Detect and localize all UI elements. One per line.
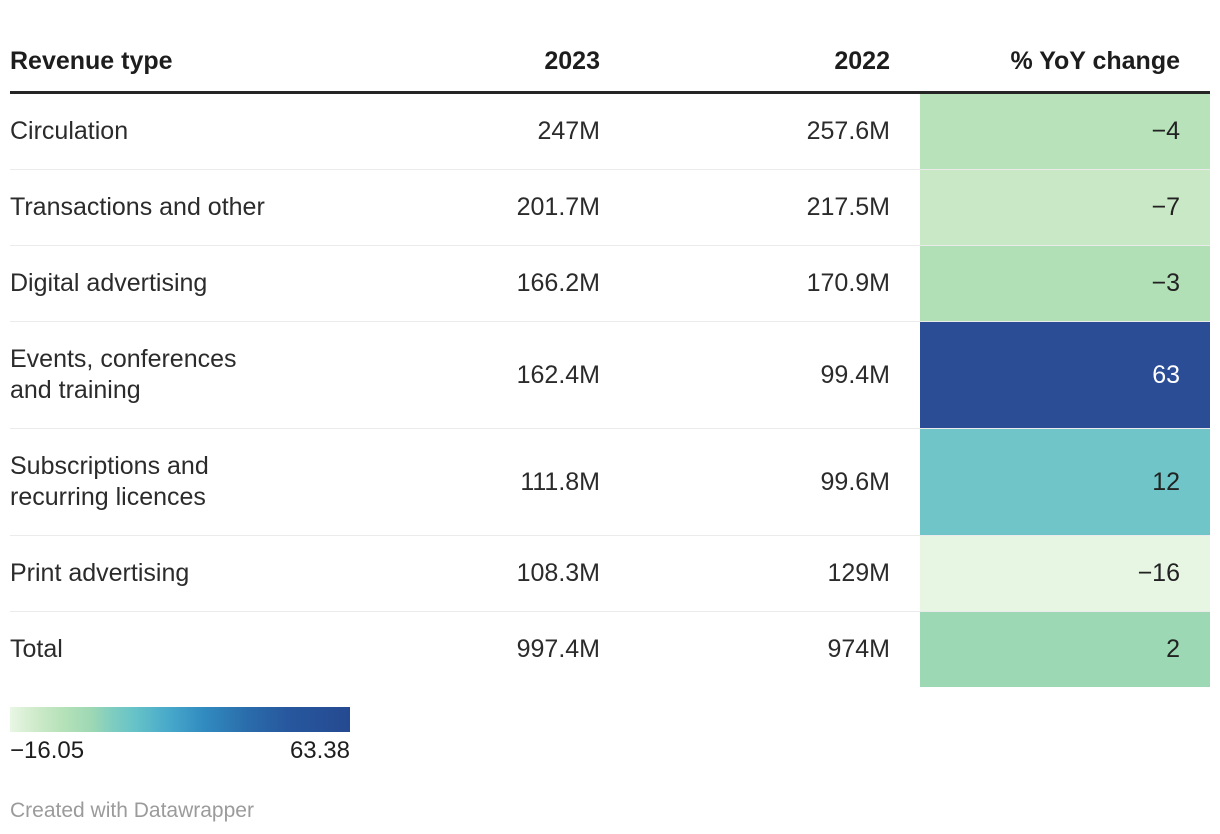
yoy-change-heatmap-cell: −16 (920, 535, 1210, 612)
revenue-type-cell: Total (10, 611, 330, 687)
column-header-revenue-type: Revenue type (10, 0, 330, 94)
revenue-table: Revenue type 2023 2022 % YoY change Circ… (10, 0, 1210, 687)
legend-labels: −16.05 63.38 (10, 737, 350, 765)
table-row: Circulation 247M 257.6M −4 (10, 92, 1210, 170)
table-body: Circulation 247M 257.6M −4 Transactions … (10, 92, 1210, 687)
datawrapper-credit: Created with Datawrapper (10, 799, 254, 822)
revenue-type-cell: Events, conferences and training (10, 321, 330, 429)
revenue-type-cell: Print advertising (10, 535, 330, 612)
table-row: Transactions and other 201.7M 217.5M −7 (10, 169, 1210, 246)
value-2022-cell: 99.4M (630, 321, 920, 429)
table-row: Print advertising 108.3M 129M −16 (10, 535, 1210, 612)
yoy-change-heatmap-cell: −7 (920, 169, 1210, 246)
value-2023-cell: 111.8M (330, 428, 630, 536)
revenue-type-cell: Circulation (10, 117, 129, 145)
value-2022-cell: 129M (630, 535, 920, 612)
table-row: Subscriptions and recurring licences 111… (10, 428, 1210, 536)
revenue-type-cell: Digital advertising (10, 245, 330, 322)
yoy-change-heatmap-cell: 63 (920, 321, 1210, 429)
table-row: Total 997.4M 974M 2 (10, 611, 1210, 687)
color-scale-legend: −16.05 63.38 (10, 707, 350, 765)
column-header-yoy-change: % YoY change (920, 0, 1210, 94)
value-2023-cell: 247M (537, 117, 600, 145)
column-header-2023: 2023 (330, 0, 630, 94)
yoy-change-heatmap-cell: 12 (920, 428, 1210, 536)
legend-max-label: 63.38 (289, 737, 350, 764)
yoy-change-heatmap-cell: −3 (920, 245, 1210, 322)
value-2022-cell: 257.6M (806, 117, 890, 145)
heatmap-table-chart: Revenue type 2023 2022 % YoY change Circ… (0, 0, 1220, 834)
value-2022-cell: 974M (630, 611, 920, 687)
column-header-2022: 2022 (630, 0, 920, 94)
value-2022-cell: 170.9M (630, 245, 920, 322)
revenue-type-cell: Subscriptions and recurring licences (10, 428, 330, 536)
value-2023-cell: 108.3M (330, 535, 630, 612)
table-row: Events, conferences and training 162.4M … (10, 321, 1210, 429)
value-2023-cell: 201.7M (330, 169, 630, 246)
table-header: Revenue type 2023 2022 % YoY change (10, 0, 1210, 94)
legend-min-label: −16.05 (10, 737, 85, 764)
value-2022-cell: 99.6M (630, 428, 920, 536)
value-2023-cell: 162.4M (330, 321, 630, 429)
value-2023-cell: 166.2M (330, 245, 630, 322)
header-row: Revenue type 2023 2022 % YoY change (10, 0, 1210, 94)
value-2022-cell: 217.5M (630, 169, 920, 246)
yoy-change-heatmap-cell: 2 (920, 611, 1210, 687)
legend-gradient-bar (10, 707, 350, 732)
yoy-change-heatmap-cell: −4 (920, 92, 1210, 170)
value-2023-cell: 997.4M (330, 611, 630, 687)
revenue-type-cell: Transactions and other (10, 169, 330, 246)
table-row: Digital advertising 166.2M 170.9M −3 (10, 245, 1210, 322)
